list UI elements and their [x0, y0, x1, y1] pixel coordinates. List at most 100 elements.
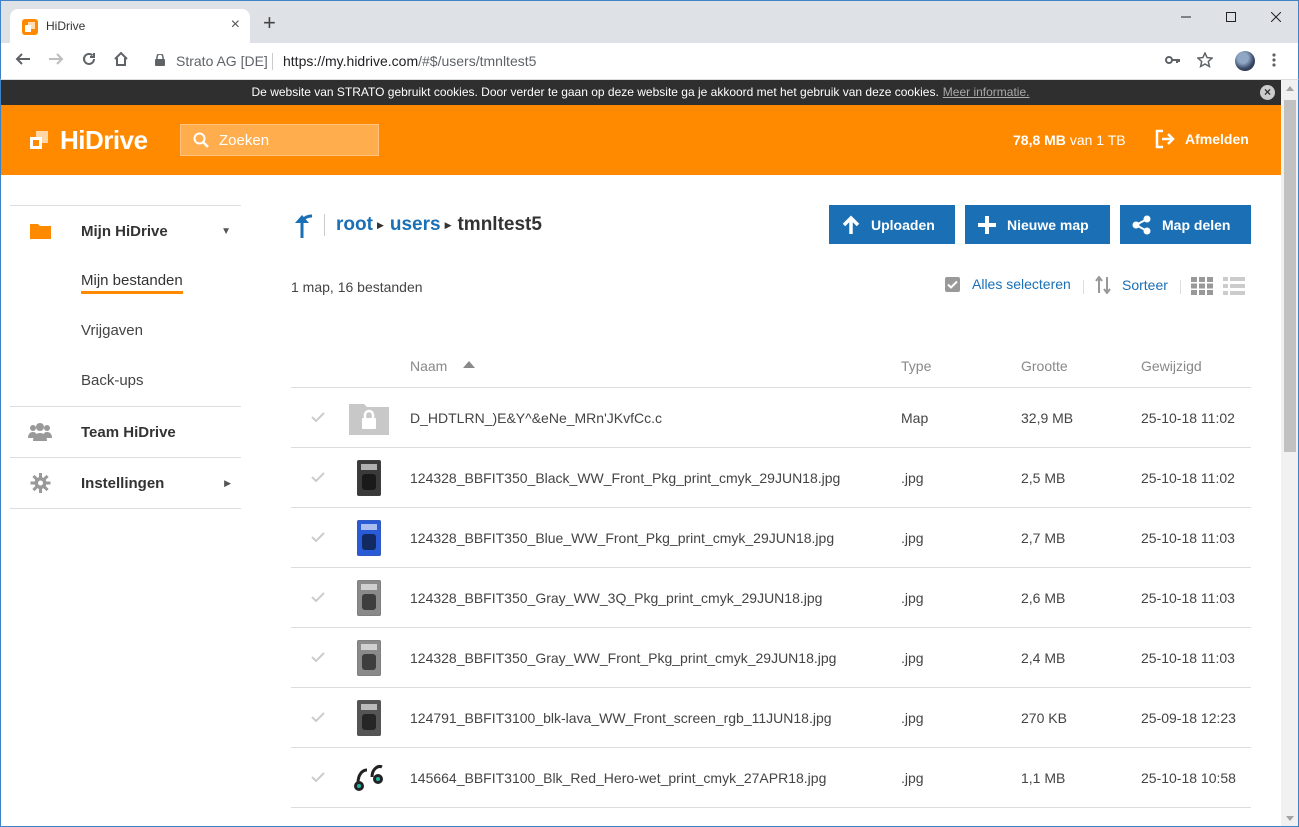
sidebar-subitem-back-ups[interactable]: Back-ups: [10, 356, 241, 406]
storage-usage: 78,8 MB van 1 TB: [1013, 132, 1126, 148]
column-type-header[interactable]: Type: [901, 358, 931, 374]
new-folder-button[interactable]: Nieuwe map: [965, 205, 1110, 244]
breadcrumb-separator: [324, 214, 325, 236]
cookie-close-icon[interactable]: ×: [1260, 85, 1275, 100]
upload-button[interactable]: Uploaden: [829, 205, 955, 244]
file-name[interactable]: 124328_BBFIT350_Blue_WW_Front_Pkg_print_…: [410, 530, 834, 546]
sort-button[interactable]: Sorteer: [1095, 276, 1168, 294]
list-view-icon[interactable]: [1223, 277, 1245, 295]
checkmark-icon[interactable]: [311, 710, 325, 724]
sidebar-subitem-vrijgaven[interactable]: Vrijgaven: [10, 306, 241, 356]
column-size-header[interactable]: Grootte: [1021, 358, 1068, 374]
file-type: .jpg: [901, 650, 924, 666]
lock-icon[interactable]: [155, 54, 165, 66]
logout-button[interactable]: Afmelden: [1155, 129, 1249, 149]
sidebar-item-mijn-hidrive[interactable]: Mijn HiDrive ▼: [10, 206, 241, 256]
browser-menu-icon[interactable]: [1271, 52, 1277, 73]
close-window-button[interactable]: [1256, 7, 1296, 27]
sidebar: Mijn HiDrive ▼ Mijn bestanden Vrijgaven …: [10, 205, 241, 509]
hidrive-logo[interactable]: HiDrive: [30, 125, 148, 155]
new-tab-button[interactable]: +: [263, 12, 276, 34]
table-row[interactable]: [291, 808, 1251, 827]
select-all-label: Alles selecteren: [972, 276, 1071, 292]
breadcrumb-users[interactable]: users: [390, 214, 441, 236]
scroll-up-icon[interactable]: [1286, 86, 1294, 91]
item-count: 1 map, 16 bestanden: [291, 279, 423, 295]
table-row[interactable]: 124328_BBFIT350_Gray_WW_Front_Pkg_print_…: [291, 628, 1251, 688]
sidebar-item-label: Team HiDrive: [81, 423, 176, 441]
file-thumbnail[interactable]: [349, 398, 389, 438]
address-bar[interactable]: https://my.hidrive.com/#$/users/tmnltest…: [283, 53, 536, 69]
checkmark-icon[interactable]: [311, 770, 325, 784]
cookie-more-info-link[interactable]: Meer informatie.: [943, 85, 1030, 99]
file-thumbnail[interactable]: [349, 518, 389, 558]
checkmark-icon[interactable]: [311, 530, 325, 544]
search-box[interactable]: [180, 124, 379, 156]
table-row[interactable]: 145664_BBFIT3100_Blk_Red_Hero-wet_print_…: [291, 748, 1251, 808]
file-thumbnail[interactable]: [349, 758, 389, 798]
file-modified: 25-10-18 11:02: [1141, 470, 1235, 486]
tab-title: HiDrive: [46, 19, 86, 33]
file-modified: 25-10-18 11:02: [1141, 410, 1235, 426]
storage-used: 78,8 MB: [1013, 132, 1066, 148]
column-modified-header[interactable]: Gewijzigd: [1141, 358, 1202, 374]
browser-tab[interactable]: HiDrive ×: [10, 9, 250, 44]
bookmark-star-icon[interactable]: [1196, 51, 1214, 73]
table-row[interactable]: 124328_BBFIT350_Blue_WW_Front_Pkg_print_…: [291, 508, 1251, 568]
file-thumbnail[interactable]: [349, 638, 389, 678]
home-button[interactable]: [111, 51, 131, 71]
caret-right-icon[interactable]: ▶: [224, 478, 231, 489]
maximize-button[interactable]: [1211, 7, 1251, 27]
file-thumbnail[interactable]: [349, 698, 389, 738]
reload-icon: [83, 52, 95, 65]
file-name[interactable]: 124328_BBFIT350_Black_WW_Front_Pkg_print…: [410, 470, 840, 486]
profile-avatar[interactable]: [1235, 51, 1255, 71]
table-row[interactable]: 124791_BBFIT3100_blk-lava_WW_Front_scree…: [291, 688, 1251, 748]
sidebar-subitem-mijn-bestanden[interactable]: Mijn bestanden: [10, 256, 241, 306]
checkmark-icon[interactable]: [311, 470, 325, 484]
image-thumbnail: [357, 460, 381, 496]
file-name[interactable]: 124328_BBFIT350_Gray_WW_3Q_Pkg_print_cmy…: [410, 590, 822, 606]
caret-down-icon[interactable]: ▼: [221, 226, 231, 237]
file-modified: 25-10-18 11:03: [1141, 590, 1235, 606]
sort-ascending-icon[interactable]: [463, 361, 475, 368]
file-thumbnail[interactable]: [349, 458, 389, 498]
forward-button[interactable]: [46, 51, 66, 71]
back-button[interactable]: [13, 51, 33, 71]
file-name[interactable]: 124328_BBFIT350_Gray_WW_Front_Pkg_print_…: [410, 650, 836, 666]
checkmark-icon[interactable]: [311, 650, 325, 664]
table-row[interactable]: 124328_BBFIT350_Black_WW_Front_Pkg_print…: [291, 448, 1251, 508]
site-identity[interactable]: Strato AG [DE]: [176, 53, 268, 69]
scroll-thumb[interactable]: [1284, 100, 1296, 452]
share-folder-button[interactable]: Map delen: [1120, 205, 1251, 244]
file-size: 1,1 MB: [1021, 770, 1066, 786]
parent-folder-icon[interactable]: [289, 212, 315, 238]
file-name[interactable]: 124791_BBFIT3100_blk-lava_WW_Front_scree…: [410, 710, 832, 726]
arrow-up-icon: [842, 215, 860, 234]
breadcrumb: root ▶ users ▶ tmnltest5: [336, 214, 542, 236]
sidebar-item-instellingen[interactable]: Instellingen ▶: [10, 458, 241, 508]
table-row[interactable]: 124328_BBFIT350_Gray_WW_3Q_Pkg_print_cmy…: [291, 568, 1251, 628]
page-scrollbar[interactable]: [1281, 80, 1299, 827]
sidebar-section-mijn-hidrive: Mijn HiDrive ▼ Mijn bestanden Vrijgaven …: [10, 205, 241, 406]
column-name-header[interactable]: Naam: [410, 358, 447, 374]
file-name[interactable]: 145664_BBFIT3100_Blk_Red_Hero-wet_print_…: [410, 770, 826, 786]
select-all-button[interactable]: Alles selecteren: [945, 276, 1071, 292]
key-icon[interactable]: [1165, 52, 1181, 73]
checkmark-icon[interactable]: [311, 410, 325, 424]
minimize-button[interactable]: [1166, 7, 1206, 27]
breadcrumb-root[interactable]: root: [336, 214, 373, 236]
checkmark-icon[interactable]: [311, 590, 325, 604]
sort-label: Sorteer: [1122, 277, 1168, 293]
file-thumbnail[interactable]: [349, 578, 389, 618]
reload-button[interactable]: [79, 51, 99, 71]
sidebar-subitem-label: Vrijgaven: [81, 322, 143, 339]
gear-icon: [30, 473, 51, 493]
sidebar-item-team-hidrive[interactable]: Team HiDrive: [10, 407, 241, 457]
table-row[interactable]: D_HDTLRN_)E&Y^&eNe_MRn'JKvfCc.c Map 32,9 M…: [291, 388, 1251, 448]
grid-view-icon[interactable]: [1191, 277, 1213, 295]
tab-close-button[interactable]: ×: [231, 17, 240, 33]
scroll-down-icon[interactable]: [1286, 816, 1294, 821]
file-name[interactable]: D_HDTLRN_)E&Y^&eNe_MRn'JKvfCc.c: [410, 410, 662, 426]
search-input[interactable]: [219, 131, 369, 149]
